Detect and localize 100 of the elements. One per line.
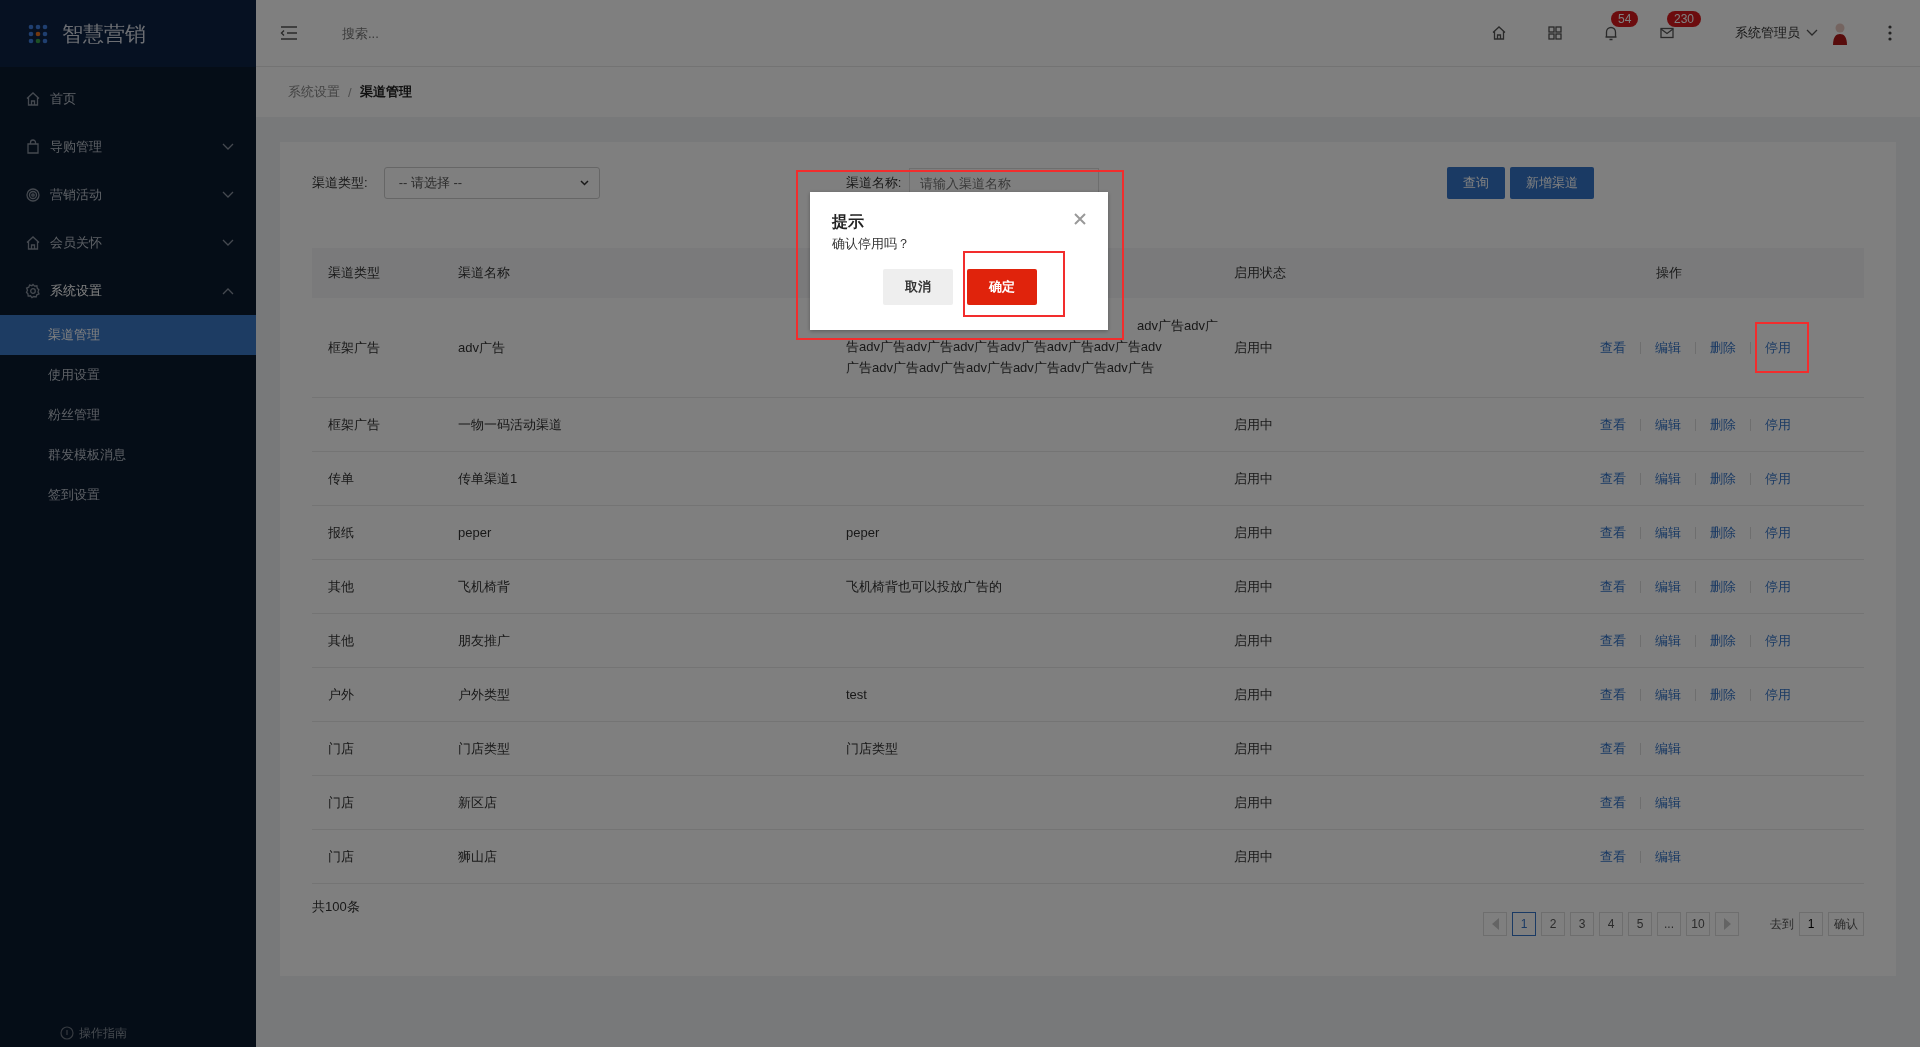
- table-cell-text: 狮山店: [458, 847, 498, 866]
- guide-link[interactable]: 操作指南: [60, 1024, 127, 1042]
- action-link[interactable]: 停用: [1765, 631, 1791, 650]
- page-button[interactable]: 2: [1541, 912, 1565, 936]
- table-cell-text: 启用中: [1234, 338, 1274, 357]
- sidebar-subitem[interactable]: 签到设置: [0, 475, 256, 515]
- action-link[interactable]: 停用: [1765, 415, 1791, 434]
- action-link[interactable]: 删除: [1710, 685, 1736, 704]
- sidebar-item[interactable]: 会员关怀: [0, 219, 256, 267]
- action-link[interactable]: 查看: [1600, 338, 1626, 357]
- app-title: 智慧营销: [62, 20, 146, 47]
- sidebar-item[interactable]: 首页: [0, 75, 256, 123]
- settings-icon: [25, 283, 41, 299]
- action-link[interactable]: 编辑: [1655, 793, 1681, 812]
- action-link[interactable]: 删除: [1710, 523, 1736, 542]
- action-link[interactable]: 编辑: [1655, 685, 1681, 704]
- action-link[interactable]: 查看: [1600, 685, 1626, 704]
- triangle-right-icon: [1723, 918, 1731, 930]
- user-menu[interactable]: 系统管理员: [1735, 24, 1818, 42]
- notification-count: 54: [1611, 11, 1639, 27]
- action-link[interactable]: 删除: [1710, 415, 1736, 434]
- action-link[interactable]: 删除: [1710, 577, 1736, 596]
- action-link[interactable]: 查看: [1600, 631, 1626, 650]
- sidebar-item[interactable]: 系统设置: [0, 267, 256, 315]
- query-button[interactable]: 查询: [1447, 167, 1505, 199]
- table-cell-text: 其他: [328, 631, 355, 650]
- action-link[interactable]: 编辑: [1655, 415, 1681, 434]
- sidebar-subitem[interactable]: 群发模板消息: [0, 435, 256, 475]
- action-link[interactable]: 查看: [1600, 469, 1626, 488]
- action-link[interactable]: 编辑: [1655, 523, 1681, 542]
- chevron-down-icon: [222, 239, 234, 247]
- more-icon[interactable]: [1888, 25, 1892, 41]
- action-link[interactable]: 编辑: [1655, 469, 1681, 488]
- page-button[interactable]: ...: [1657, 912, 1681, 936]
- column-header: 渠道类型: [328, 264, 381, 282]
- message-count: 230: [1667, 11, 1702, 27]
- bell-icon[interactable]: [1603, 25, 1619, 41]
- table-cell-text: 框架广告: [328, 415, 381, 434]
- close-icon[interactable]: [1074, 212, 1086, 225]
- sidebar-item[interactable]: 营销活动: [0, 171, 256, 219]
- search-field[interactable]: 搜索...: [340, 24, 544, 42]
- menu-collapse-icon[interactable]: [280, 25, 298, 41]
- action-link[interactable]: 查看: [1600, 739, 1626, 758]
- table-cell: peper: [846, 525, 880, 540]
- column-header: 操作: [1655, 264, 1683, 282]
- action-link[interactable]: 编辑: [1655, 847, 1681, 866]
- channel-type-select[interactable]: -- 请选择 --: [383, 167, 600, 199]
- add-channel-button[interactable]: 新增渠道: [1510, 167, 1594, 199]
- action-link[interactable]: 查看: [1600, 847, 1626, 866]
- grid-icon[interactable]: [1547, 25, 1563, 41]
- table-cell-text: 启用中: [1234, 847, 1274, 866]
- house-icon[interactable]: [1491, 25, 1507, 41]
- sidebar-subitem[interactable]: 粉丝管理: [0, 395, 256, 435]
- goto-label: 去到: [1770, 915, 1794, 933]
- column-header: 启用状态: [1234, 264, 1287, 282]
- table-cell-text: 告adv广告adv广告adv广告adv广告adv广告adv广告adv: [846, 338, 1162, 356]
- action-link[interactable]: 停用: [1755, 321, 1809, 373]
- page-button[interactable]: 5: [1628, 912, 1652, 936]
- action-link[interactable]: 停用: [1765, 523, 1791, 542]
- goto-confirm-button[interactable]: 确认: [1828, 912, 1864, 936]
- bag-icon: [25, 139, 41, 155]
- action-link[interactable]: 编辑: [1655, 631, 1681, 650]
- action-link[interactable]: 删除: [1710, 631, 1736, 650]
- action-link[interactable]: 编辑: [1655, 338, 1681, 357]
- action-link[interactable]: 删除: [1710, 338, 1736, 357]
- action-link[interactable]: 编辑: [1655, 577, 1681, 596]
- confirm-button[interactable]: 确定: [967, 269, 1037, 305]
- action-link[interactable]: 停用: [1765, 469, 1791, 488]
- table-cell: 飞机椅背也可以投放广告的: [846, 578, 1002, 594]
- info-circle-icon: [60, 1026, 74, 1040]
- table-cell-text: 朋友推广: [458, 631, 511, 650]
- table-cell-text: 新区店: [458, 793, 498, 812]
- sidebar-item[interactable]: 导购管理: [0, 123, 256, 171]
- page-button[interactable]: 4: [1599, 912, 1623, 936]
- action-link[interactable]: 查看: [1600, 415, 1626, 434]
- page-button[interactable]: 3: [1570, 912, 1594, 936]
- target-icon: [25, 187, 41, 203]
- dialog-message: 确认停用吗？: [832, 235, 911, 253]
- action-link[interactable]: 停用: [1765, 685, 1791, 704]
- cancel-button[interactable]: 取消: [883, 269, 953, 305]
- chevron-down-icon: [1806, 29, 1818, 37]
- envelope-icon[interactable]: [1659, 25, 1675, 41]
- page-button[interactable]: 10: [1686, 912, 1710, 936]
- action-link[interactable]: 删除: [1710, 469, 1736, 488]
- chevron-up-icon: [222, 287, 234, 295]
- action-link[interactable]: 查看: [1600, 523, 1626, 542]
- table-cell-text: 广告adv广告adv广告adv广告adv广告adv广告adv广告: [846, 359, 1154, 377]
- table-cell-text: 启用中: [1234, 577, 1274, 596]
- breadcrumb-item[interactable]: 系统设置: [288, 83, 340, 101]
- page-number-field[interactable]: 1: [1799, 912, 1823, 936]
- action-link[interactable]: 查看: [1600, 577, 1626, 596]
- dialog-title: 提示: [832, 212, 864, 232]
- action-link[interactable]: 查看: [1600, 793, 1626, 812]
- page-button[interactable]: 1: [1512, 912, 1536, 936]
- sidebar-subitem[interactable]: 使用设置: [0, 355, 256, 395]
- action-link[interactable]: 停用: [1765, 577, 1791, 596]
- breadcrumb-item[interactable]: 渠道管理: [359, 83, 412, 101]
- table-cell-text: 框架广告: [328, 338, 381, 357]
- action-link[interactable]: 编辑: [1655, 739, 1681, 758]
- sidebar-subitem[interactable]: 渠道管理: [0, 315, 256, 355]
